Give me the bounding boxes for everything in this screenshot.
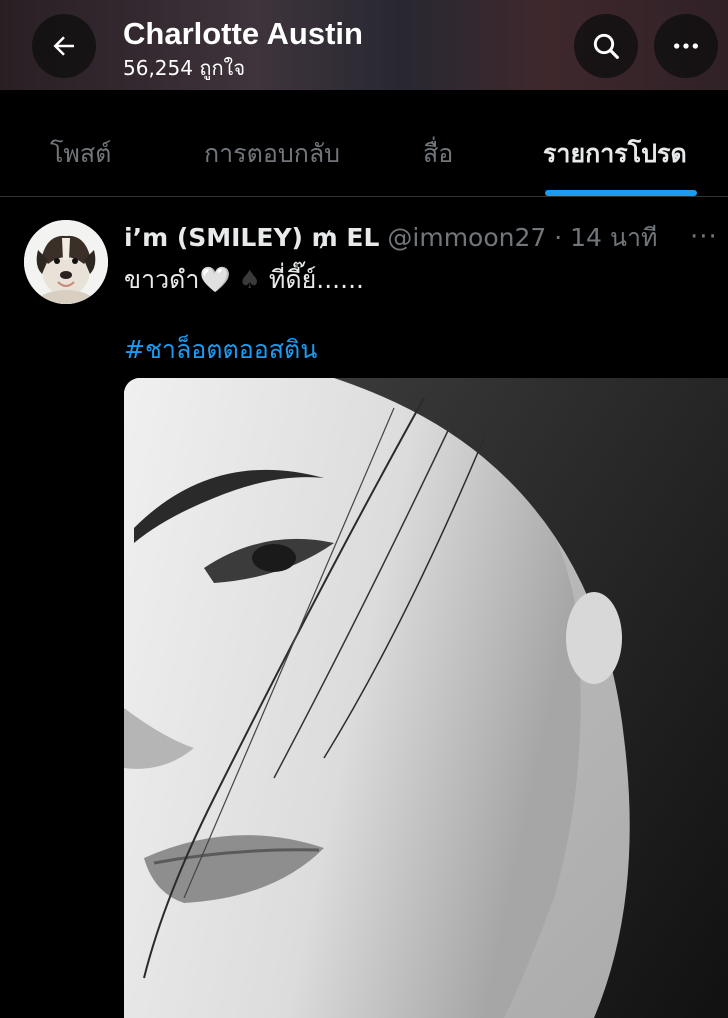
post-text-part-2: ที่ดี๊ย์...... xyxy=(268,265,364,294)
post-more-icon[interactable]: ··· xyxy=(690,222,718,252)
tab-likes[interactable]: รายการโปรด xyxy=(543,134,687,174)
search-icon xyxy=(593,33,619,59)
active-tab-indicator xyxy=(545,190,697,196)
puppy-avatar-image xyxy=(24,220,108,304)
author-handle[interactable]: @immoon27 xyxy=(387,223,546,252)
meta-separator: · xyxy=(546,223,571,252)
white-heart-emoji: 🤍 xyxy=(199,265,231,294)
post-media-image[interactable] xyxy=(124,378,728,1018)
portrait-photo xyxy=(124,378,728,1018)
more-horizontal-icon xyxy=(674,43,698,49)
profile-tabs: โพสต์ การตอบกลับ สื่อ รายการโปรด xyxy=(0,90,728,197)
back-button[interactable] xyxy=(32,14,96,78)
tab-media[interactable]: สื่อ xyxy=(423,134,453,174)
tab-replies[interactable]: การตอบกลับ xyxy=(204,134,340,174)
profile-name: Charlotte Austin xyxy=(123,16,363,51)
tab-posts[interactable]: โพสต์ xyxy=(50,134,111,174)
post-text-part-1: ขาวดำ xyxy=(124,265,200,294)
post-header: i’m (SMILEY) ₥ EL @immoon27 · 14 นาที xyxy=(124,218,658,258)
likes-count: 56,254 ถูกใจ xyxy=(123,56,246,80)
post-hashtag[interactable]: #ชาล็อตตออสติน xyxy=(124,330,317,370)
spade-emoji: ♠ xyxy=(238,265,261,294)
more-options-button[interactable] xyxy=(654,14,718,78)
author-display-name[interactable]: i’m (SMILEY) ₥ EL xyxy=(124,223,379,252)
post-text: ขาวดำ🤍 ♠ ที่ดี๊ย์...... xyxy=(124,260,364,300)
avatar[interactable] xyxy=(24,220,108,304)
post-time[interactable]: 14 นาที xyxy=(570,223,657,252)
profile-header: Charlotte Austin 56,254 ถูกใจ xyxy=(0,0,728,90)
arrow-left-icon xyxy=(53,36,74,56)
search-button[interactable] xyxy=(574,14,638,78)
